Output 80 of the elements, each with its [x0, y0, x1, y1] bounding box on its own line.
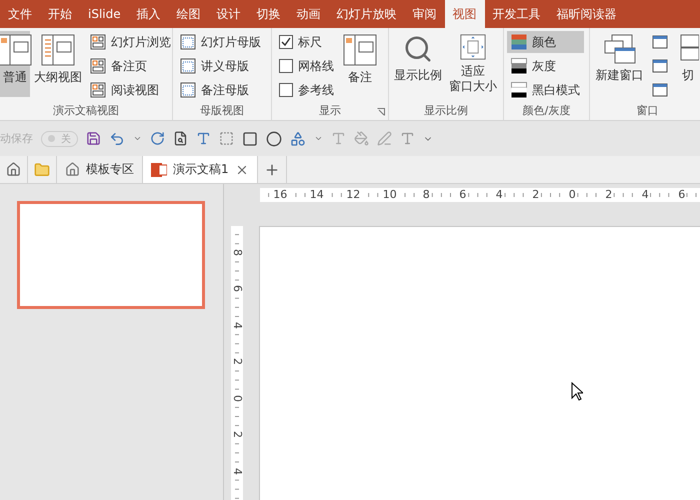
mouse-pointer-icon	[571, 382, 583, 401]
view-button[interactable]: 备注页	[86, 55, 175, 77]
color-mode-button[interactable]: 灰度	[507, 55, 584, 77]
autosave-label: 动保存	[0, 131, 33, 146]
switch-window-button[interactable]: 切	[674, 31, 700, 97]
presentation-file-icon	[151, 162, 167, 178]
document-tab[interactable]: 演示文稿1	[143, 156, 258, 183]
ribbon-tab[interactable]: 文件	[0, 0, 40, 28]
grid-icon	[90, 34, 106, 50]
ribbon-tab[interactable]: 福昕阅读器	[548, 0, 625, 28]
select-icon[interactable]	[219, 131, 234, 146]
group-title: 显示	[319, 103, 341, 119]
ruler-label: 4	[232, 322, 242, 329]
ribbon-tab[interactable]: 插入	[128, 0, 169, 28]
ruler-label: 8	[232, 248, 242, 256]
home-icon[interactable]	[6, 162, 21, 177]
ellipse-icon[interactable]	[266, 130, 282, 146]
view-button[interactable]: 幻灯片浏览	[86, 31, 175, 53]
rectangle-icon[interactable]	[242, 130, 258, 146]
ribbon-tab[interactable]: 开发工具	[484, 0, 549, 28]
outline-view-button[interactable]: 大纲视图	[32, 31, 84, 97]
color-mode-button[interactable]: 黑白模式	[507, 79, 584, 101]
new-tab-icon[interactable]	[264, 162, 280, 178]
zoom-button[interactable]: 显示比例	[392, 31, 444, 97]
ruler-label: 4	[232, 468, 242, 475]
checkbox[interactable]: 参考线	[275, 79, 338, 101]
redo-icon[interactable]	[150, 131, 165, 146]
print-preview-icon[interactable]	[173, 131, 188, 146]
ruler-label: 6	[232, 285, 242, 292]
group-title: 母版视图	[199, 103, 245, 119]
check-mark-icon	[281, 37, 291, 47]
ribbon-tab[interactable]: 审阅	[404, 0, 445, 28]
text-box-icon[interactable]	[196, 131, 211, 146]
notes-button[interactable]: 备注	[340, 31, 380, 97]
view-button[interactable]: 阅读视图	[86, 79, 175, 101]
ruler-label: 2	[232, 358, 242, 366]
shapes-icon[interactable]	[290, 130, 306, 146]
group-title: 颜色/灰度	[522, 103, 572, 119]
checkbox[interactable]: 标尺	[275, 31, 338, 53]
ribbon-tab[interactable]: iSlide	[80, 0, 129, 28]
ribbon-tab[interactable]: 切换	[248, 0, 289, 28]
ribbon-tab[interactable]: 幻灯片放映	[328, 0, 405, 28]
ribbon-tab[interactable]: 设计	[208, 0, 249, 28]
ruler-label: 2	[232, 431, 242, 438]
dotted-slide-icon	[180, 58, 196, 74]
master-view-button[interactable]: 讲义母版	[176, 55, 265, 77]
font-color-icon[interactable]	[400, 131, 415, 146]
group-title: 窗口	[636, 103, 658, 119]
checkbox[interactable]: 网格线	[275, 55, 338, 77]
ruler-label: 0	[232, 394, 242, 402]
ribbon-tab[interactable]: 动画	[288, 0, 329, 28]
caret-icon[interactable]	[314, 134, 323, 143]
ribbon-tab[interactable]: 开始	[40, 0, 80, 28]
group-title: 显示比例	[423, 103, 469, 119]
caret-icon[interactable]	[133, 134, 142, 143]
master-view-button[interactable]: 幻灯片母版	[176, 31, 265, 53]
fit-window-icon	[458, 34, 488, 60]
color-swatch-icon	[511, 34, 527, 50]
windows-icon	[604, 34, 636, 64]
undo-icon[interactable]	[109, 130, 125, 146]
master-view-button[interactable]: 备注母版	[176, 79, 265, 101]
new-window-button[interactable]: 新建窗口	[593, 31, 646, 97]
home-icon	[65, 162, 80, 177]
ribbon-tab[interactable]: 绘图	[168, 0, 209, 28]
dotted-slide-icon	[180, 82, 196, 98]
folder-icon[interactable]	[34, 162, 50, 178]
dotted-slide-icon	[180, 34, 196, 50]
normal-view-button[interactable]: 普通	[0, 31, 30, 97]
slide-thumbnail[interactable]	[17, 201, 205, 309]
color-swatch-icon	[511, 58, 527, 74]
group-title: 演示文稿视图	[52, 103, 120, 119]
color-mode-button[interactable]: 颜色	[507, 31, 584, 53]
ribbon-tab[interactable]: 视图	[444, 0, 485, 28]
normal-view-icon	[343, 34, 377, 66]
magnifier-icon	[403, 34, 433, 64]
fit-to-window-button[interactable]: 适应 窗口大小	[446, 31, 500, 97]
save-icon[interactable]	[86, 131, 101, 146]
color-swatch-icon	[511, 82, 527, 98]
dialog-launcher-icon[interactable]	[377, 108, 385, 116]
outline-view-icon	[41, 34, 75, 66]
